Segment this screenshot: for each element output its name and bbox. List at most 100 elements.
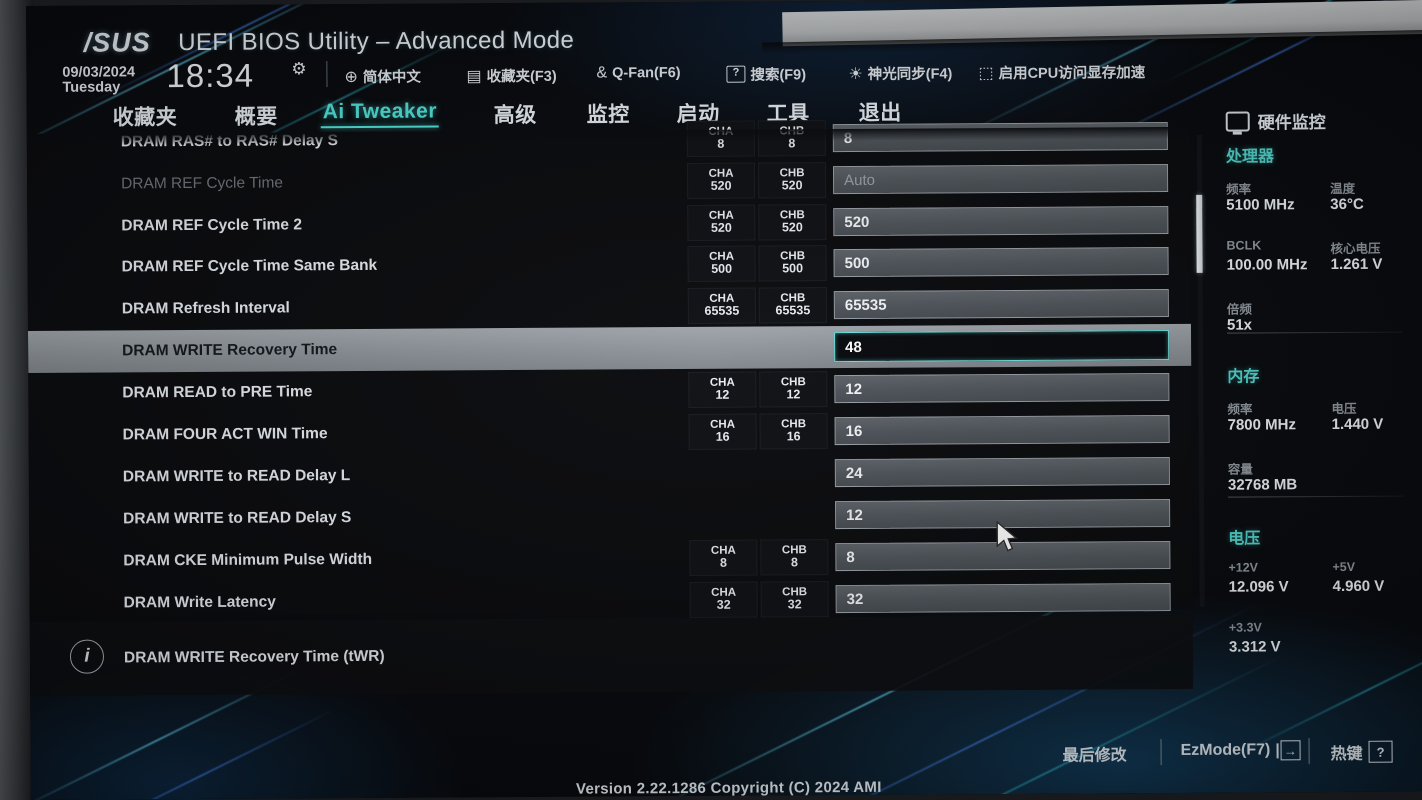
setting-row[interactable]: DRAM RAS# to RAS# Delay S CHA 8 CHB 8 8 <box>27 115 1190 164</box>
setting-value-text: 12 <box>846 506 863 524</box>
setting-value-field[interactable]: 520 <box>833 206 1169 237</box>
setting-row[interactable]: DRAM REF Cycle Time Same Bank CHA 500 CHB 50… <box>27 240 1190 289</box>
setting-value-text: Auto <box>844 171 875 189</box>
setting-value-field[interactable]: 8 <box>832 122 1168 153</box>
toolbar-item-memory-accel[interactable]: ⬚ 启用CPU访问显存加速 <box>978 61 1145 83</box>
channel-a-chip: CHA 8 <box>689 539 758 576</box>
channel-value: 32 <box>787 597 802 612</box>
hw-entry-key: +3.3V <box>1228 620 1262 635</box>
channel-b-chip: CHB 65535 <box>758 287 827 324</box>
setting-row[interactable]: DRAM WRITE to READ Delay L 24 <box>29 450 1192 499</box>
hw-section-divider <box>1228 495 1405 498</box>
toolbar-item-label: 收藏夹(F3) <box>486 68 557 86</box>
channel-a-chip: CHA 12 <box>688 371 757 408</box>
bottom-separator-1 <box>1160 739 1162 766</box>
weekday-value: Tuesday <box>62 79 121 96</box>
setting-value-field[interactable]: 16 <box>834 415 1170 446</box>
hw-entry-value: 100.00 MHz <box>1226 256 1308 274</box>
help-text: DRAM WRITE Recovery Time (tWR) <box>123 647 385 667</box>
channel-value: 65535 <box>775 303 811 318</box>
hw-entry-value: 12.096 V <box>1228 578 1289 596</box>
hardware-monitor-title: 硬件监控 <box>1225 108 1326 134</box>
ezmode-label: EzMode(F7) <box>1180 741 1271 759</box>
hw-entry-value: 4.960 V <box>1332 577 1385 596</box>
last-modified-label: 最后修改 <box>1062 747 1127 765</box>
setting-value-field[interactable]: 12 <box>834 373 1170 404</box>
channel-a-chip: CHA 32 <box>689 581 758 618</box>
setting-value-text: 32 <box>846 590 864 608</box>
hw-entry-key: 倍频 <box>1226 302 1252 317</box>
channel-value: 520 <box>710 179 732 194</box>
hw-entry-value: 1.261 V <box>1330 255 1383 274</box>
channel-value: 16 <box>786 429 801 444</box>
favorites-icon: ▤ <box>466 67 482 85</box>
setting-label: DRAM CKE Minimum Pulse Width <box>123 550 373 570</box>
setting-value-field[interactable]: 500 <box>833 247 1169 278</box>
hw-section-title: 内存 <box>1227 368 1260 386</box>
setting-value-field[interactable]: Auto <box>832 164 1169 195</box>
setting-value-text: 500 <box>844 254 870 272</box>
hw-entry-key: 核心电压 <box>1330 241 1381 257</box>
ezmode-arrow-icon: → <box>1276 740 1301 761</box>
date-value: 09/03/2024 <box>62 64 136 81</box>
channel-b-chip: CHB 500 <box>758 245 827 282</box>
channel-b-chip: CHB 520 <box>757 162 827 199</box>
channel-a-chip: CHA 520 <box>686 162 756 199</box>
setting-label: DRAM REF Cycle Time 2 <box>121 216 303 235</box>
channel-b-chip: CHB 12 <box>759 371 828 408</box>
bottom-separator-2 <box>1308 738 1310 765</box>
toolbar-item-label: 神光同步(F4) <box>867 66 953 83</box>
channel-b-chip: CHB 8 <box>760 539 829 576</box>
channel-a-chip: CHA 8 <box>686 120 755 157</box>
setting-value-text: 12 <box>845 380 863 398</box>
channel-a-chip: CHA 16 <box>688 413 757 450</box>
toolbar-item-label: 搜索(F9) <box>750 67 807 84</box>
gear-icon[interactable]: ⚙ <box>291 59 309 78</box>
toolbar-item-aura-sync[interactable]: ☀ 神光同步(F4) <box>848 62 952 84</box>
hw-entry-value: 5100 MHz <box>1226 196 1295 214</box>
setting-value-field[interactable]: 65535 <box>833 289 1169 320</box>
toolbar-item-qfan[interactable]: & Q-Fan(F6) <box>596 64 680 83</box>
channel-b-chip: CHB 32 <box>760 581 829 618</box>
toolbar-item-label: 简体中文 <box>362 69 421 86</box>
channel-value: 8 <box>790 555 798 570</box>
toolbar-item-favorites[interactable]: ▤ 收藏夹(F3) <box>466 65 556 87</box>
setting-value-field[interactable]: 48 <box>834 330 1170 363</box>
channel-value: 8 <box>719 556 727 571</box>
hw-entry-key: 电压 <box>1331 401 1357 417</box>
aura-sync-icon: ☀ <box>848 65 863 83</box>
setting-row[interactable]: DRAM Refresh Interval CHA 65535 CHB 65535 655… <box>28 282 1191 331</box>
hw-entry-key: 频率 <box>1227 402 1253 417</box>
setting-row[interactable]: DRAM READ to PRE Time CHA 12 CHB 12 12 <box>28 366 1191 415</box>
setting-value-text: 16 <box>845 422 863 440</box>
setting-label: DRAM RAS# to RAS# Delay S <box>120 132 338 151</box>
channel-b-chip: CHB 16 <box>759 413 828 450</box>
channel-b-chip: CHB 8 <box>757 120 826 157</box>
setting-row[interactable]: DRAM REF Cycle Time CHA 520 CHB 520 Auto <box>27 157 1190 206</box>
toolbar-item-search[interactable]: ? 搜索(F9) <box>726 63 806 84</box>
setting-value-field[interactable]: 24 <box>834 457 1170 488</box>
memory-accel-icon: ⬚ <box>978 64 994 82</box>
setting-value-text: 48 <box>845 338 862 356</box>
setting-value-field[interactable]: 32 <box>835 583 1171 614</box>
asus-logo: /SUS <box>83 26 151 58</box>
toolbar-item-globe[interactable]: ⊕ 简体中文 <box>344 66 421 87</box>
setting-row[interactable]: DRAM FOUR ACT WIN Time CHA 16 CHB 16 16 <box>28 408 1191 457</box>
hw-entry-value: 1.440 V <box>1331 415 1384 434</box>
last-modified-button[interactable]: 最后修改 <box>1063 741 1127 765</box>
bios-screen: /SUS UEFI BIOS Utility – Advanced Mode 0… <box>26 0 1422 800</box>
setting-row[interactable]: DRAM WRITE Recovery Time 48 <box>27 323 1192 373</box>
hw-entry-value: 51x <box>1226 316 1253 334</box>
hotkeys-button[interactable]: 热键 ? <box>1331 740 1393 764</box>
hw-entry-key: 频率 <box>1226 182 1252 197</box>
setting-value-text: 65535 <box>844 296 887 314</box>
channel-value: 65535 <box>704 304 740 319</box>
setting-label: DRAM WRITE to READ Delay L <box>122 467 351 486</box>
info-icon: i <box>69 639 105 674</box>
channel-value: 520 <box>781 220 803 235</box>
ezmode-button[interactable]: EzMode(F7) → <box>1181 740 1301 761</box>
setting-label: DRAM WRITE to READ Delay S <box>123 509 352 528</box>
date-display: 09/03/2024 Tuesday <box>62 64 136 96</box>
hw-entry-value: 32768 MB <box>1227 476 1298 494</box>
hw-entry-value: 7800 MHz <box>1227 416 1297 434</box>
